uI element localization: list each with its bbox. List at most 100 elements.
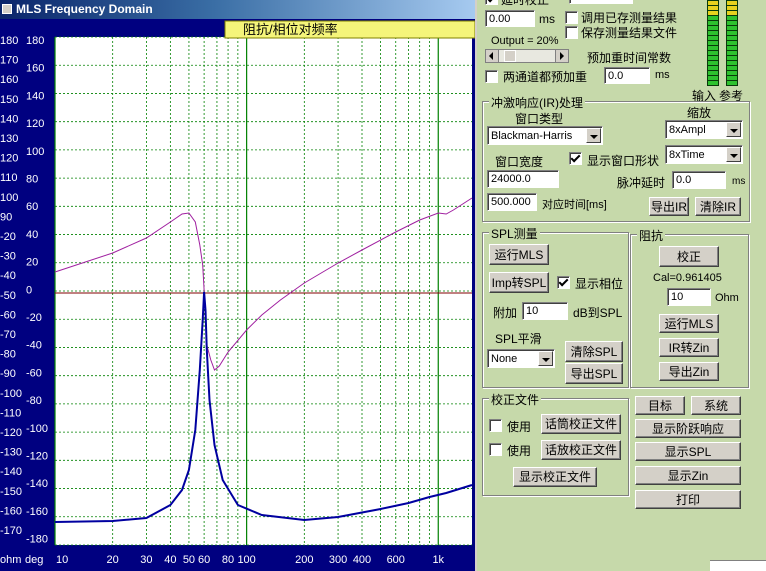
scale-time-select[interactable]: 8xTime <box>665 145 743 164</box>
slider-thumb[interactable] <box>504 50 516 62</box>
x-axis-tick-label: 100 <box>237 554 255 566</box>
both-preemph-checkbox[interactable] <box>485 70 498 83</box>
slider-left-arrow[interactable] <box>486 50 499 62</box>
status-corner <box>710 560 766 571</box>
scale-time-dropdown-icon[interactable] <box>726 147 741 162</box>
window-type-dropdown-icon[interactable] <box>586 128 601 143</box>
scale-label: 缩放 <box>687 106 712 120</box>
add-db-unit: dB到SPL <box>573 306 623 320</box>
meter-segment <box>708 56 718 60</box>
scale-amp-select[interactable]: 8xAmpl <box>665 120 743 139</box>
slider-right-arrow[interactable] <box>555 50 568 62</box>
left-axis-tick-label: 90 <box>0 211 12 223</box>
left-axis-tick-label: 140 <box>0 113 18 125</box>
cal-ohm-input[interactable]: 10 <box>667 288 711 306</box>
left-axis-tick-label: 110 <box>0 172 18 184</box>
delay-correction-checkbox[interactable] <box>485 0 498 5</box>
save-file-label: 保存测量结果文件 <box>581 26 678 40</box>
export-spl-button[interactable]: 导出SPL <box>565 363 623 384</box>
show-cal-file-button[interactable]: 显示校正文件 <box>513 467 597 487</box>
right-axis-tick-label: 120 <box>26 118 44 130</box>
delay-input[interactable]: 0.00 <box>485 10 535 27</box>
time-input[interactable]: 500.000 <box>487 193 537 211</box>
clear-ir-button[interactable]: 清除IR <box>695 197 741 216</box>
left-axis-tick-label: -120 <box>0 427 22 439</box>
save-file-checkbox[interactable] <box>565 26 578 39</box>
cal-ohm-unit: Ohm <box>715 292 739 304</box>
right-axis-tick-label: 0 <box>26 284 32 296</box>
right-axis-tick-label: -100 <box>26 423 48 435</box>
show-zin-button[interactable]: 显示Zin <box>635 466 741 485</box>
pulse-delay-input[interactable]: 0.0 <box>672 171 726 189</box>
left-axis-tick-label: -30 <box>0 251 16 263</box>
left-axis-tick-label: 130 <box>0 133 18 145</box>
use-amp-cal-checkbox[interactable] <box>489 443 502 456</box>
imp-run-mls-button[interactable]: 运行MLS <box>659 314 719 333</box>
impedance-group-title: 阻抗 <box>637 227 666 244</box>
x-axis-tick-label: 30 <box>140 554 152 566</box>
show-window-checkbox[interactable] <box>569 152 582 165</box>
unit-left-label: ohm <box>0 554 21 566</box>
meter-segment <box>708 6 718 10</box>
window-type-label: 窗口类型 <box>515 112 564 126</box>
x-axis-tick-label: 80 <box>222 554 234 566</box>
export-zin-button[interactable]: 导出Zin <box>659 362 719 381</box>
left-axis-tick-label: -50 <box>0 290 16 302</box>
delay-unit: ms <box>539 12 555 26</box>
show-step-response-button[interactable]: 显示阶跃响应 <box>635 419 741 438</box>
meter-segment <box>708 26 718 30</box>
use-amp-cal-label: 使用 <box>507 444 532 458</box>
output-slider[interactable] <box>485 49 569 63</box>
window-type-select[interactable]: Blackman-Harris <box>487 126 603 145</box>
window-width-input[interactable]: 24000.0 <box>487 170 559 188</box>
pulse-delay-unit: ms <box>732 176 746 187</box>
export-ir-button[interactable]: 导出IR <box>649 197 689 216</box>
meter-segment <box>708 41 718 45</box>
window-width-label: 窗口宽度 <box>495 155 544 169</box>
impedance-phase-chart: 18017016015014013012011010090-20-30-40-5… <box>0 20 475 566</box>
meter-segment <box>727 31 737 35</box>
right-axis-tick-label: -140 <box>26 478 48 490</box>
preemph-input[interactable]: 0.0 <box>604 67 650 84</box>
add-label: 附加 <box>493 306 518 320</box>
add-db-input[interactable]: 10 <box>522 302 568 320</box>
meter-segment <box>727 11 737 15</box>
x-axis-tick-label: 200 <box>295 554 313 566</box>
meter-segment <box>708 66 718 70</box>
spl-run-mls-button[interactable]: 运行MLS <box>489 244 549 265</box>
show-phase-checkbox[interactable] <box>557 276 570 289</box>
clear-spl-button[interactable]: 清除SPL <box>565 341 623 362</box>
right-axis-tick-label: 40 <box>26 229 38 241</box>
left-axis-tick-label: 160 <box>0 74 18 86</box>
left-axis-tick-label: -150 <box>0 486 22 498</box>
cal-file-group-title: 校正文件 <box>489 391 542 408</box>
scale-amp-dropdown-icon[interactable] <box>726 122 741 137</box>
plot-window: MLS Frequency Domain 180 170 160 150 140 130 1… <box>0 0 475 571</box>
meter-segment <box>708 81 718 85</box>
mic-cal-file-button[interactable]: 话筒校正文件 <box>541 414 621 434</box>
system-button[interactable]: 系统 <box>691 396 741 415</box>
x-axis-tick-label: 20 <box>107 554 119 566</box>
partial-top-field[interactable] <box>569 0 633 4</box>
spl-smooth-dropdown-icon[interactable] <box>538 351 553 366</box>
right-axis-tick-label: 140 <box>26 90 44 102</box>
meter-segment <box>727 41 737 45</box>
ir-to-zin-button[interactable]: IR转Zin <box>659 338 719 357</box>
meter-segment <box>708 61 718 65</box>
show-window-label: 显示窗口形状 <box>587 154 660 168</box>
left-axis-tick-label: 120 <box>0 153 18 165</box>
right-axis-tick-label: -80 <box>26 395 42 407</box>
show-spl-button[interactable]: 显示SPL <box>635 442 741 461</box>
spl-smooth-select[interactable]: None <box>487 349 555 368</box>
left-axis-tick-label: -40 <box>0 270 16 282</box>
load-saved-checkbox[interactable] <box>565 11 578 24</box>
amp-cal-file-button[interactable]: 话放校正文件 <box>541 440 621 460</box>
calibrate-button[interactable]: 校正 <box>659 246 719 267</box>
imp-to-spl-button[interactable]: Imp转SPL <box>489 272 549 293</box>
target-button[interactable]: 目标 <box>635 396 685 415</box>
right-axis-tick-label: -60 <box>26 367 42 379</box>
use-mic-cal-checkbox[interactable] <box>489 419 502 432</box>
left-axis-tick-label: 170 <box>0 55 18 67</box>
x-axis-tick-label: 1k <box>432 554 444 566</box>
print-button[interactable]: 打印 <box>635 490 741 509</box>
